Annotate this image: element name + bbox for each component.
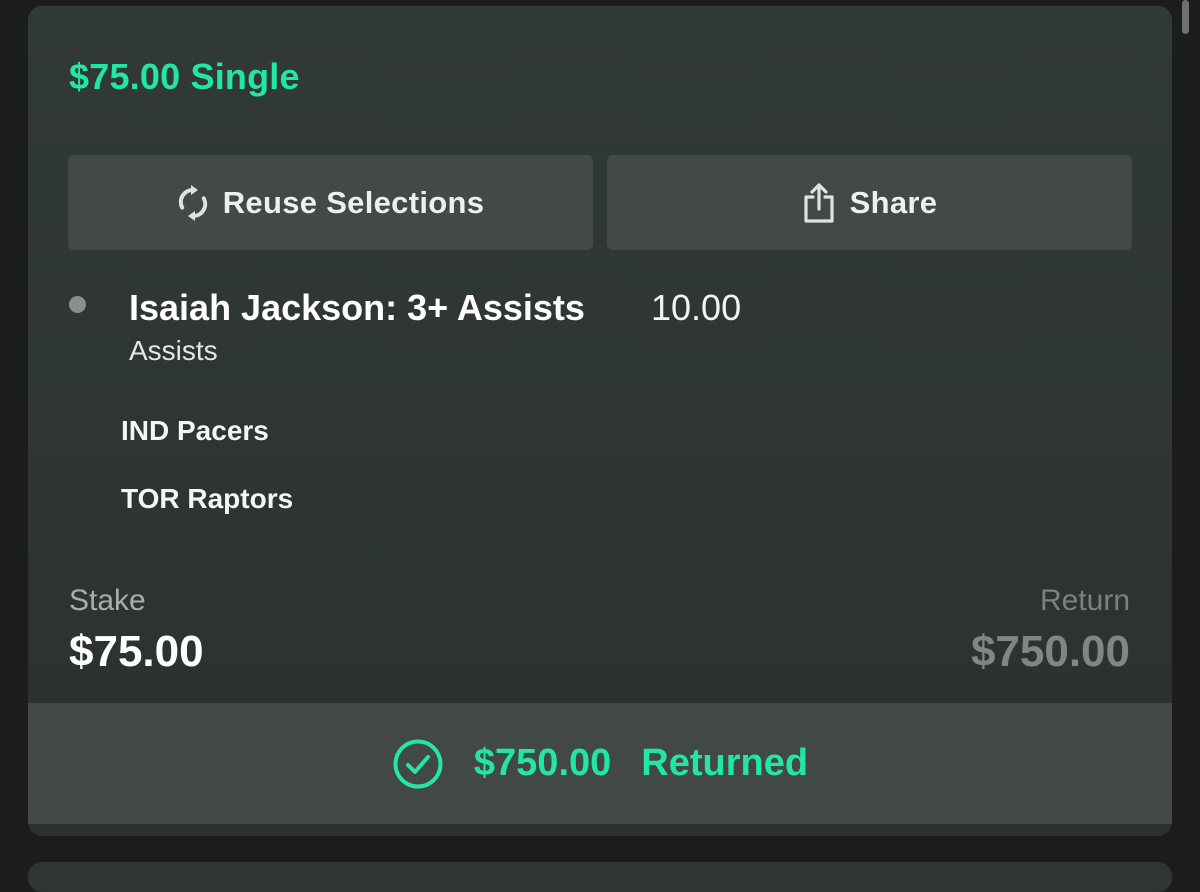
stake-value: $75.00 (69, 627, 204, 676)
team-away: TOR Raptors (121, 483, 294, 514)
bet-card: $75.00 Single Reuse Selections Share Isa… (28, 6, 1172, 836)
selection-market: Assists (129, 335, 218, 366)
return-value: $750.00 (970, 627, 1130, 676)
selection-status-dot (69, 296, 86, 313)
next-bet-card (28, 862, 1172, 892)
return-label: Return (1039, 584, 1130, 617)
selection-odds: 10.00 (651, 287, 742, 328)
selection-name: Isaiah Jackson: 3+ Assists (129, 287, 585, 328)
scrollbar-thumb[interactable] (1182, 0, 1189, 34)
result-status: Returned (641, 742, 809, 784)
team-home: IND Pacers (121, 415, 269, 446)
share-icon (802, 182, 836, 224)
stake-label: Stake (69, 584, 146, 617)
reuse-selections-button[interactable]: Reuse Selections (68, 155, 593, 250)
share-button[interactable]: Share (607, 155, 1132, 250)
reuse-selections-label: Reuse Selections (222, 184, 485, 220)
refresh-icon (177, 184, 209, 221)
result-amount: $750.00 (473, 742, 612, 784)
check-circle-icon (392, 738, 444, 790)
bet-title: $75.00 Single (69, 56, 300, 97)
result-banner: $750.00 Returned (28, 703, 1172, 824)
share-label: Share (849, 184, 938, 220)
